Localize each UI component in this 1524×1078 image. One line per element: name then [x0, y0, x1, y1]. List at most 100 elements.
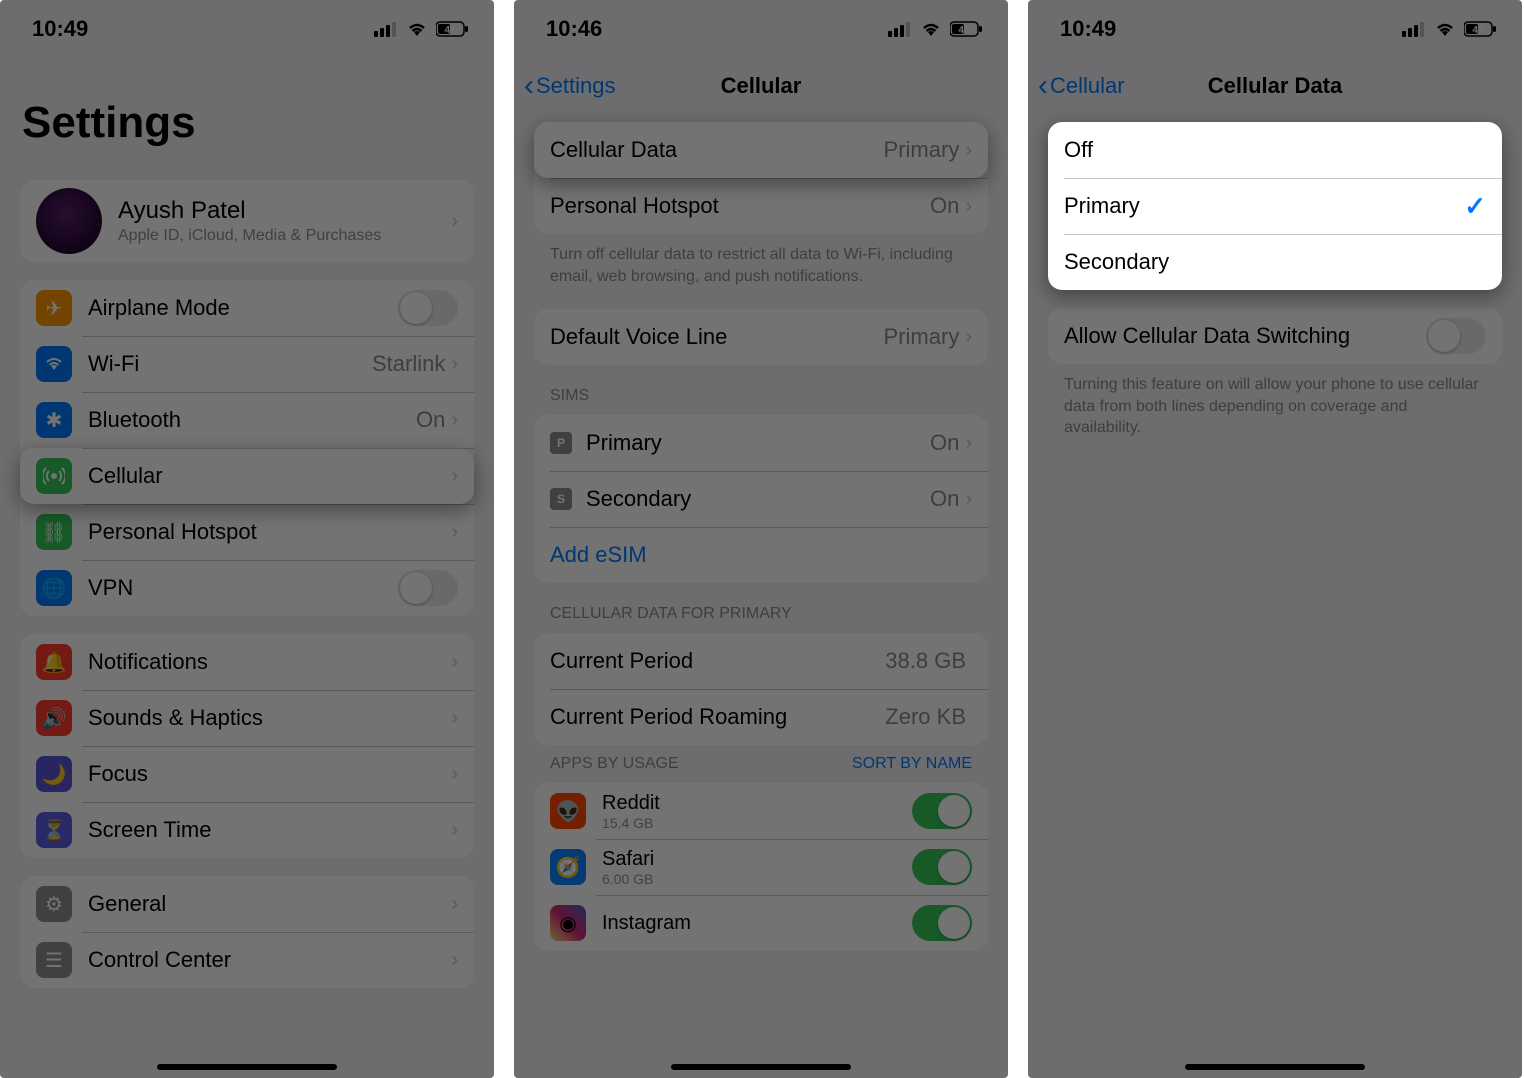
personal-hotspot-row[interactable]: Personal Hotspot On › [534, 178, 988, 234]
status-icons: 47 [1402, 21, 1498, 37]
chevron-right-icon: › [451, 465, 458, 488]
wifi-row[interactable]: Wi-Fi Starlink › [20, 336, 474, 392]
wifi-icon [920, 21, 942, 37]
vpn-toggle[interactable] [398, 570, 458, 606]
chevron-right-icon: › [451, 521, 458, 544]
app-toggle[interactable] [912, 905, 972, 941]
cellular-data-label: Cellular Data [550, 137, 884, 163]
hotspot-row[interactable]: ⛓ Personal Hotspot › [20, 504, 474, 560]
screentime-row[interactable]: ⏳ Screen Time › [20, 802, 474, 858]
chevron-right-icon: › [451, 763, 458, 786]
usage-header: CELLULAR DATA FOR PRIMARY [514, 583, 1008, 629]
switching-footer: Turning this feature on will allow your … [1028, 364, 1522, 443]
nav-title: Cellular [721, 73, 802, 99]
current-period-row: Current Period 38.8 GB [534, 633, 988, 689]
status-bar: 10:49 47 [0, 0, 494, 58]
instagram-icon: ◉ [550, 905, 586, 941]
safari-icon: 🧭 [550, 849, 586, 885]
wifi-icon [406, 21, 428, 37]
chevron-right-icon: › [965, 326, 972, 349]
chevron-right-icon: › [965, 195, 972, 218]
wifi-settings-icon [36, 346, 72, 382]
back-button[interactable]: ‹ Settings [524, 71, 616, 101]
app-toggle[interactable] [912, 849, 972, 885]
wifi-value: Starlink [372, 351, 445, 377]
globe-icon: 🌐 [36, 570, 72, 606]
sort-by-name-link[interactable]: SORT BY NAME [852, 755, 972, 773]
cellular-signal-icon [888, 21, 912, 37]
chevron-right-icon: › [965, 488, 972, 511]
vpn-row[interactable]: 🌐 VPN [20, 560, 474, 616]
data-switching-row[interactable]: Allow Cellular Data Switching [1048, 308, 1502, 364]
profile-row[interactable]: Ayush Patel Apple ID, iCloud, Media & Pu… [20, 180, 474, 262]
screentime-label: Screen Time [88, 817, 451, 843]
svg-text:47: 47 [444, 25, 456, 36]
notifications-row[interactable]: 🔔 Notifications › [20, 634, 474, 690]
general-label: General [88, 891, 451, 917]
page-title: Settings [0, 58, 494, 162]
chevron-left-icon: ‹ [1038, 71, 1048, 101]
chevron-right-icon: › [451, 819, 458, 842]
back-button[interactable]: ‹ Cellular [1038, 71, 1125, 101]
chevron-right-icon: › [451, 409, 458, 432]
controlcenter-row[interactable]: ☰ Control Center › [20, 932, 474, 988]
focus-row[interactable]: 🌙 Focus › [20, 746, 474, 802]
status-bar: 10:49 47 [1028, 0, 1522, 58]
sim-secondary-badge: S [550, 488, 572, 510]
app-row-instagram[interactable]: ◉ Instagram [534, 895, 988, 951]
battery-icon: 47 [1464, 21, 1498, 37]
option-off-label: Off [1064, 137, 1486, 163]
add-esim-row[interactable]: Add eSIM [534, 527, 988, 583]
cellular-data-row[interactable]: Cellular Data Primary › [534, 122, 988, 178]
phone-cellular-data: 10:49 47 ‹ Cellular Cellular Data Off Pr… [1028, 0, 1522, 1078]
profile-name: Ayush Patel [118, 197, 451, 225]
speaker-icon: 🔊 [36, 700, 72, 736]
cellular-data-value: Primary [884, 137, 960, 163]
option-off[interactable]: Off [1048, 122, 1502, 178]
notifications-label: Notifications [88, 649, 451, 675]
home-indicator[interactable] [157, 1064, 337, 1070]
wifi-icon [1434, 21, 1456, 37]
home-indicator[interactable] [1185, 1064, 1365, 1070]
chevron-right-icon: › [451, 651, 458, 674]
general-row[interactable]: ⚙ General › [20, 876, 474, 932]
cellular-row[interactable]: Cellular › [20, 448, 474, 504]
sim-primary-label: Primary [586, 430, 930, 456]
airplane-row[interactable]: ✈ Airplane Mode [20, 280, 474, 336]
option-secondary-label: Secondary [1064, 249, 1486, 275]
status-time: 10:49 [32, 16, 88, 42]
app-toggle[interactable] [912, 793, 972, 829]
profile-detail: Apple ID, iCloud, Media & Purchases [118, 227, 451, 245]
app-name: Safari [602, 848, 912, 871]
moon-icon: 🌙 [36, 756, 72, 792]
bluetooth-row[interactable]: ✱ Bluetooth On › [20, 392, 474, 448]
switching-label: Allow Cellular Data Switching [1064, 323, 1426, 349]
app-size: 15.4 GB [602, 815, 912, 831]
reddit-icon: 👽 [550, 793, 586, 829]
sounds-row[interactable]: 🔊 Sounds & Haptics › [20, 690, 474, 746]
voice-line-row[interactable]: Default Voice Line Primary › [534, 309, 988, 365]
hotspot-label: Personal Hotspot [550, 193, 930, 219]
sim-primary-row[interactable]: P Primary On › [534, 415, 988, 471]
battery-icon: 47 [950, 21, 984, 37]
chevron-right-icon: › [451, 893, 458, 916]
option-primary[interactable]: Primary ✓ [1048, 178, 1502, 234]
voice-label: Default Voice Line [550, 324, 884, 350]
sim-secondary-row[interactable]: S Secondary On › [534, 471, 988, 527]
app-row-reddit[interactable]: 👽 Reddit 15.4 GB [534, 783, 988, 839]
switching-toggle[interactable] [1426, 318, 1486, 354]
status-bar: 10:46 47 [514, 0, 1008, 58]
chevron-right-icon: › [965, 432, 972, 455]
airplane-toggle[interactable] [398, 290, 458, 326]
sim-secondary-label: Secondary [586, 486, 930, 512]
link-icon: ⛓ [36, 514, 72, 550]
airplane-label: Airplane Mode [88, 295, 398, 321]
home-indicator[interactable] [671, 1064, 851, 1070]
bluetooth-icon: ✱ [36, 402, 72, 438]
bluetooth-value: On [416, 407, 445, 433]
avatar [36, 188, 102, 254]
option-secondary[interactable]: Secondary [1048, 234, 1502, 290]
bell-icon: 🔔 [36, 644, 72, 680]
chevron-right-icon: › [451, 353, 458, 376]
app-row-safari[interactable]: 🧭 Safari 6.00 GB [534, 839, 988, 895]
